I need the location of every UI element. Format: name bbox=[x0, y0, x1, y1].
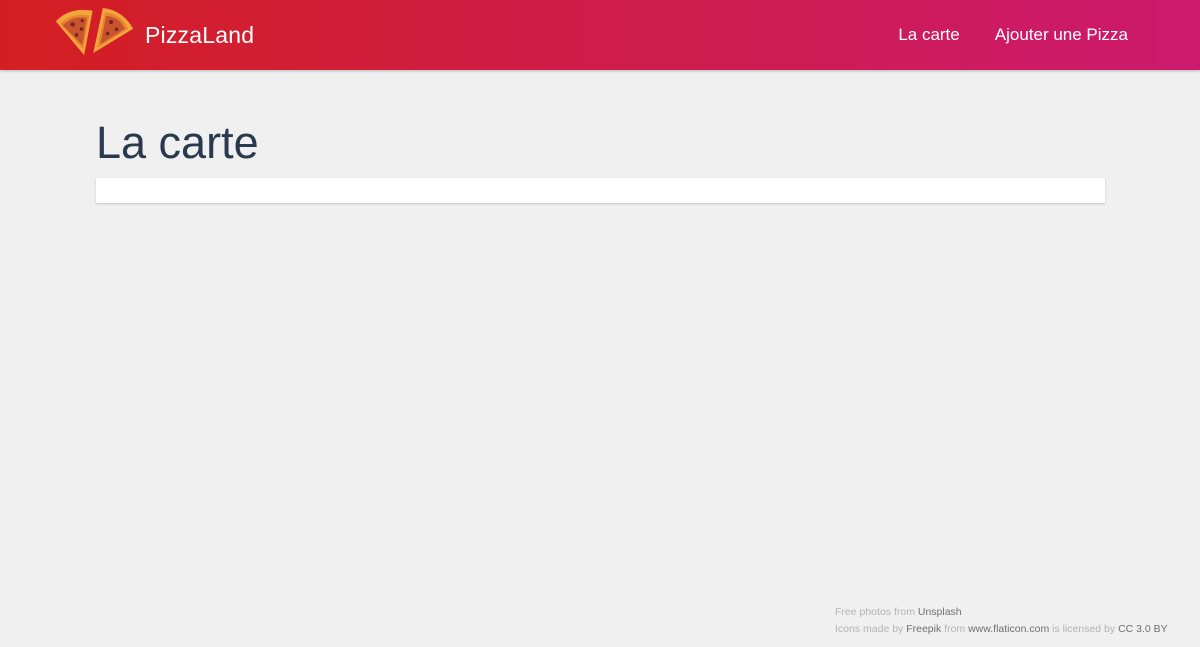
unsplash-link[interactable]: Unsplash bbox=[918, 606, 962, 618]
pizza-list-panel bbox=[96, 178, 1105, 203]
icons-prefix: Icons made by bbox=[835, 623, 904, 635]
main-nav: La carte Ajouter une Pizza bbox=[863, 0, 1128, 70]
photos-prefix: Free photos from bbox=[835, 606, 915, 618]
icons-licensed-text: is licensed by bbox=[1052, 623, 1116, 635]
freepik-link[interactable]: Freepik bbox=[906, 623, 941, 635]
license-link[interactable]: CC 3.0 BY bbox=[1118, 623, 1168, 635]
icons-credit: Icons made by Freepik from www.flaticon.… bbox=[835, 621, 1195, 638]
brand-home-link[interactable]: PizzaLand bbox=[54, 4, 254, 60]
pizza-slices-icon bbox=[55, 7, 134, 55]
photos-credit: Free photos from Unsplash bbox=[835, 604, 1195, 621]
nav-link-ajouter-pizza[interactable]: Ajouter une Pizza bbox=[995, 25, 1128, 45]
page-title: La carte bbox=[96, 117, 259, 168]
nav-link-la-carte[interactable]: La carte bbox=[898, 25, 959, 45]
flaticon-link[interactable]: www.flaticon.com bbox=[968, 623, 1049, 635]
credits-footer: Free photos from Unsplash Icons made by … bbox=[835, 604, 1195, 638]
main-content: La carte bbox=[96, 70, 1105, 203]
brand-name: PizzaLand bbox=[145, 21, 255, 48]
top-navbar: PizzaLand La carte Ajouter une Pizza bbox=[0, 0, 1200, 70]
icons-from-text: from bbox=[944, 623, 966, 635]
